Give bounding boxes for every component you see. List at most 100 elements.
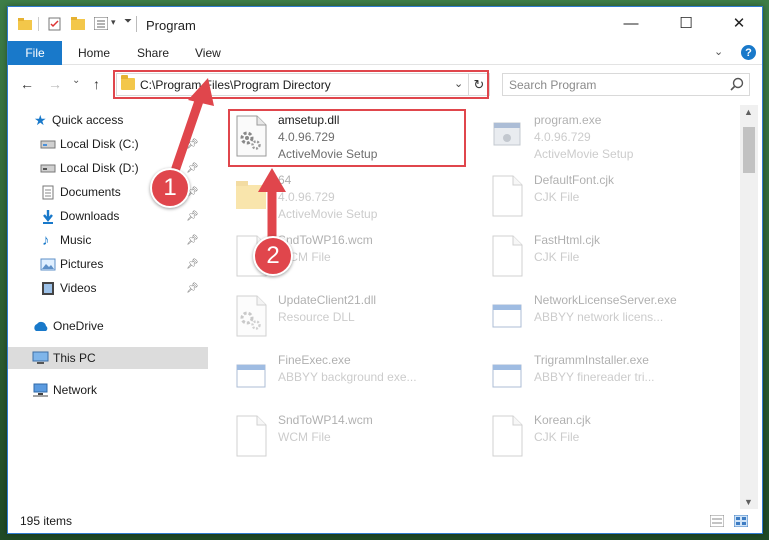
blank-file-icon [492, 415, 523, 457]
exe-icon [493, 122, 521, 146]
up-arrow-icon[interactable]: ↑ [93, 76, 100, 92]
address-dropdown-icon[interactable]: ⌄ [454, 77, 463, 90]
tab-file[interactable]: File [8, 41, 62, 65]
file-item-fineexec-exe[interactable]: FineExec.exe ABBYY background exe... [230, 351, 480, 407]
file-item-trigramminstaller-exe[interactable]: TrigrammInstaller.exe ABBYY finereader t… [486, 351, 736, 407]
videos-icon [42, 281, 54, 295]
search-icon[interactable] [730, 77, 744, 91]
file-item-fasthtml-cjk[interactable]: FastHtml.cjk CJK File [486, 231, 736, 287]
file-item-korean-cjk[interactable]: Korean.cjk CJK File [486, 411, 736, 467]
sidebar-item-videos[interactable]: Videos 📌︎ [8, 277, 208, 299]
title-separator-a [38, 17, 39, 31]
new-folder-icon[interactable] [71, 17, 85, 30]
sidebar-item-network[interactable]: Network [8, 379, 208, 401]
documents-icon [42, 185, 54, 199]
tiles-view-icon[interactable] [734, 515, 748, 527]
file-description: ABBYY background exe... [278, 370, 417, 384]
file-item-networklicenseserver-exe[interactable]: NetworkLicenseServer.exe ABBYY network l… [486, 291, 736, 347]
file-description: ActiveMovie Setup [534, 147, 634, 161]
computer-icon [32, 351, 49, 364]
recent-locations-icon[interactable]: ⌄ [72, 75, 80, 86]
scroll-thumb[interactable] [743, 127, 755, 173]
file-item-amsetup-dll[interactable]: amsetup.dll 4.0.96.729 ActiveMovie Setup [230, 111, 480, 167]
window-exe-icon [492, 304, 522, 328]
file-name: FastHtml.cjk [534, 233, 600, 247]
file-type: WCM File [278, 430, 331, 444]
pin-icon[interactable]: 📌︎ [186, 235, 199, 246]
qat-more-icon[interactable]: ⏷ [124, 16, 132, 27]
file-item-64[interactable]: 64 4.0.96.729 ActiveMovie Setup [230, 171, 480, 227]
file-description: ABBYY finereader tri... [534, 370, 655, 384]
customize-view-icon[interactable] [94, 17, 108, 30]
forward-arrow-icon[interactable]: → [48, 76, 62, 92]
qat-dropdown-icon[interactable]: ▾ [111, 17, 116, 28]
drive-icon [40, 140, 56, 149]
file-name: amsetup.dll [278, 113, 340, 127]
pin-icon[interactable]: 📌︎ [186, 259, 199, 270]
file-name: Korean.cjk [534, 413, 591, 427]
file-item-program-exe[interactable]: program.exe 4.0.96.729 ActiveMovie Setup [486, 111, 736, 167]
folder-icon [236, 181, 266, 209]
file-name: DefaultFont.cjk [534, 173, 615, 187]
tab-share[interactable]: Share [137, 46, 169, 60]
file-item-defaultfont-cjk[interactable]: DefaultFont.cjk CJK File [486, 171, 736, 227]
window-exe-icon [236, 364, 266, 388]
vertical-scrollbar[interactable]: ▲ ▼ [740, 105, 758, 509]
network-icon [33, 383, 48, 397]
star-icon: ★ [34, 111, 47, 128]
pictures-icon [40, 258, 56, 270]
file-type: Resource DLL [278, 310, 355, 324]
sidebar-item-label: Local Disk (D:) [60, 161, 139, 175]
music-icon: ♪ [42, 231, 50, 249]
pin-icon[interactable]: 📌︎ [186, 163, 199, 174]
title-separator-b [136, 16, 137, 32]
search-input[interactable]: Search Program [502, 73, 750, 96]
properties-icon[interactable] [48, 17, 61, 31]
blank-file-icon [236, 415, 267, 457]
pin-icon[interactable]: 📌︎ [186, 283, 199, 294]
sidebar-item-downloads[interactable]: Downloads 📌︎ [8, 205, 208, 227]
maximize-button[interactable]: ☐ [663, 7, 709, 39]
item-count: 195 items [20, 514, 73, 528]
blank-file-icon [492, 235, 523, 277]
file-description: ABBYY network licens... [534, 310, 664, 324]
scroll-down-icon[interactable]: ▼ [744, 497, 753, 507]
tab-view[interactable]: View [195, 46, 221, 60]
sidebar-item-label: Quick access [52, 113, 124, 127]
file-description: ActiveMovie Setup [278, 207, 378, 221]
sidebar-item-quick-access[interactable]: ★ Quick access [8, 109, 208, 131]
folder-icon[interactable] [18, 18, 32, 30]
address-folder-icon [121, 75, 135, 90]
file-name: SndToWP16.wcm [278, 233, 373, 247]
address-path[interactable]: C:\Program Files\Program Directory [140, 78, 331, 92]
file-item-sndtowp14-wcm[interactable]: SndToWP14.wcm WCM File [230, 411, 480, 467]
navigation-pane: ★ Quick access Local Disk (C:) 📌︎ Local … [8, 105, 208, 505]
close-button[interactable]: ✕ [716, 7, 762, 39]
sidebar-item-local-disk-c[interactable]: Local Disk (C:) 📌︎ [8, 133, 208, 155]
sidebar-item-pictures[interactable]: Pictures 📌︎ [8, 253, 208, 275]
scroll-up-icon[interactable]: ▲ [744, 107, 753, 117]
refresh-button[interactable]: ↻ [468, 73, 490, 96]
file-item-updateclient21-dll[interactable]: UpdateClient21.dll Resource DLL [230, 291, 480, 347]
cloud-icon [34, 321, 48, 331]
sidebar-item-this-pc[interactable]: This PC [8, 347, 208, 369]
sidebar-item-onedrive[interactable]: OneDrive [8, 315, 208, 337]
ribbon-expand-icon[interactable]: ⌄ [714, 45, 723, 58]
sidebar-item-music[interactable]: ♪ Music 📌︎ [8, 229, 208, 251]
file-name: 64 [278, 173, 292, 187]
window-exe-icon [492, 364, 522, 388]
back-arrow-icon[interactable]: ← [20, 76, 34, 92]
details-view-icon[interactable] [710, 515, 724, 527]
address-bar[interactable]: C:\Program Files\Program Directory ⌄ [116, 73, 469, 96]
navigation-bar: ← → ⌄ ↑ C:\Program Files\Program Directo… [8, 67, 762, 101]
pin-icon[interactable]: 📌︎ [186, 139, 199, 150]
sidebar-item-label: Music [60, 233, 92, 247]
sidebar-item-label: Videos [60, 281, 97, 295]
file-type: CJK File [534, 430, 580, 444]
file-name: UpdateClient21.dll [278, 293, 377, 307]
sidebar-item-label: OneDrive [53, 319, 104, 333]
tab-home[interactable]: Home [78, 46, 110, 60]
pin-icon[interactable]: 📌︎ [186, 211, 199, 222]
help-icon[interactable]: ? [741, 45, 756, 60]
minimize-button[interactable]: — [608, 7, 654, 39]
